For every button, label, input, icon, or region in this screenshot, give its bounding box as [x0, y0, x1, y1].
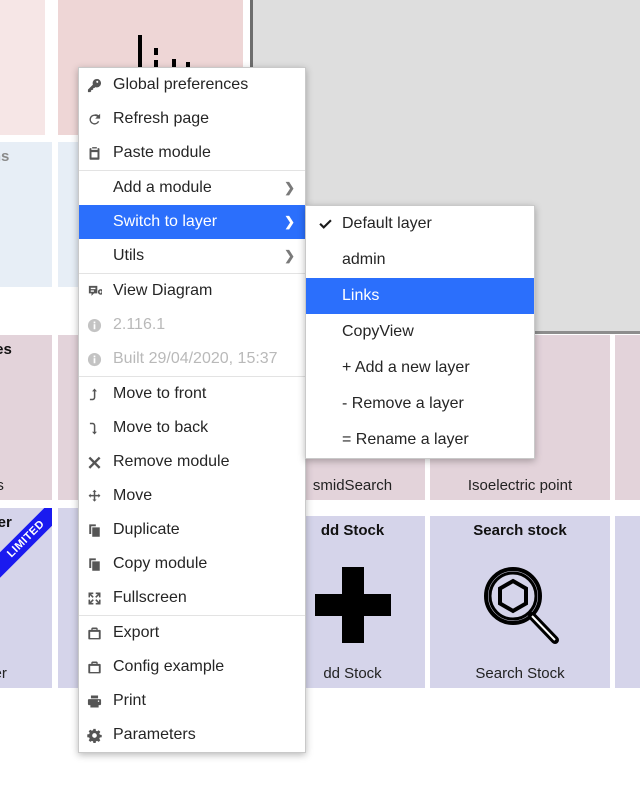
- menu-item-label: Copy module: [113, 555, 208, 572]
- briefcase-icon: [87, 660, 113, 675]
- menu-item-remove-module[interactable]: Remove module: [79, 445, 305, 479]
- chevron-right-icon: ❯: [284, 248, 295, 263]
- tile-caption: Search Stock: [475, 665, 565, 682]
- layer-item-links[interactable]: Links: [306, 278, 534, 314]
- tile-conversions[interactable]: ons: [0, 142, 52, 287]
- arrow-down-curve-icon: [87, 421, 113, 436]
- context-menu[interactable]: Global preferences Refresh page Paste modu…: [78, 67, 306, 753]
- menu-item-label: Print: [113, 692, 146, 709]
- menu-item-label: Utils: [113, 247, 145, 264]
- tile-search-stock[interactable]: Search stock Search Stock: [430, 516, 610, 688]
- menu-item-move-to-front[interactable]: Move to front: [79, 377, 305, 411]
- layer-item-label: admin: [342, 251, 386, 268]
- menu-item-view-diagram[interactable]: View Diagram: [79, 274, 305, 308]
- menu-item-label: Remove module: [113, 453, 230, 470]
- menu-item-print[interactable]: Print: [79, 684, 305, 718]
- menu-item-duplicate[interactable]: Duplicate: [79, 513, 305, 547]
- check-icon: [318, 217, 342, 232]
- refresh-icon: [87, 112, 113, 127]
- tile-title: ons: [0, 148, 10, 165]
- layer-item-add-a-new-layer[interactable]: + Add a new layer: [306, 350, 534, 386]
- menu-item-global-preferences[interactable]: Global preferences: [79, 68, 305, 102]
- menu-item-move[interactable]: Move: [79, 479, 305, 513]
- tile-manager[interactable]: agergerLIMITED: [0, 508, 52, 688]
- tile-p-right[interactable]: P: [615, 335, 640, 500]
- layer-item-remove-a-layer[interactable]: - Remove a layer: [306, 386, 534, 422]
- info-icon: [87, 318, 113, 333]
- menu-item-move-to-back[interactable]: Move to back: [79, 411, 305, 445]
- tile-purple-right[interactable]: [615, 516, 640, 688]
- chevron-right-icon: ❯: [284, 214, 295, 229]
- menu-item-label: View Diagram: [113, 282, 213, 299]
- copy-icon: [87, 523, 113, 538]
- menu-item-label: Add a module: [113, 179, 212, 196]
- x-bold-icon: [87, 455, 113, 470]
- move-cross-icon: [87, 489, 113, 504]
- menu-item-parameters[interactable]: Parameters: [79, 718, 305, 752]
- printer-icon: [87, 694, 113, 709]
- fullscreen-icon: [87, 591, 113, 606]
- menu-item-label: Move to front: [113, 385, 207, 402]
- menu-item-label: Parameters: [113, 726, 196, 743]
- menu-item-copy-module[interactable]: Copy module: [79, 547, 305, 581]
- tile-title: Search stock: [473, 522, 567, 539]
- info-icon: [87, 352, 113, 367]
- menu-item-fullscreen[interactable]: Fullscreen: [79, 581, 305, 615]
- menu-item-label: Move to back: [113, 419, 209, 436]
- menu-item-label: Switch to layer: [113, 213, 218, 230]
- layer-item-admin[interactable]: admin: [306, 242, 534, 278]
- tile-caption: ger: [0, 665, 7, 682]
- menu-item-paste-module[interactable]: Paste module: [79, 136, 305, 170]
- layer-item-rename-a-layer[interactable]: = Rename a layer: [306, 422, 534, 458]
- menu-item-label: Paste module: [113, 144, 211, 161]
- menu-item-export[interactable]: Export: [79, 616, 305, 650]
- menu-item-label: Refresh page: [113, 110, 210, 127]
- gear-icon: [87, 728, 113, 743]
- menu-item-built-29-04-2020-15-37: Built 29/04/2020, 15:37: [79, 342, 305, 376]
- menu-item-label: Move: [113, 487, 153, 504]
- tile-title: P: [615, 341, 640, 358]
- menu-item-add-a-module[interactable]: Add a module ❯: [79, 171, 305, 205]
- layer-item-label: Links: [342, 287, 380, 304]
- tile-structures[interactable]: ures es: [0, 335, 52, 500]
- briefcase-icon: [87, 626, 113, 641]
- layer-item-label: - Remove a layer: [342, 395, 464, 412]
- arrow-up-curve-icon: [87, 387, 113, 402]
- chevron-right-icon: ❯: [284, 180, 295, 195]
- menu-item-label: Fullscreen: [113, 589, 187, 606]
- menu-item-label: 2.116.1: [113, 316, 166, 333]
- tile-pink-left-strip[interactable]: [0, 0, 45, 135]
- menu-item-label: Config example: [113, 658, 225, 675]
- key-icon: [87, 78, 113, 93]
- tile-caption: Isoelectric point: [467, 477, 573, 494]
- diagram-icon: [87, 284, 113, 299]
- menu-item-config-example[interactable]: Config example: [79, 650, 305, 684]
- menu-item-label: Built 29/04/2020, 15:37: [113, 350, 278, 367]
- menu-item-utils[interactable]: Utils ❯: [79, 239, 305, 273]
- menu-item-label: Global preferences: [113, 76, 249, 93]
- tile-title: ures: [0, 341, 12, 358]
- menu-item-refresh-page[interactable]: Refresh page: [79, 102, 305, 136]
- menu-item-switch-to-layer[interactable]: Switch to layer ❯: [79, 205, 305, 239]
- layer-item-copyview[interactable]: CopyView: [306, 314, 534, 350]
- layer-item-default-layer[interactable]: Default layer: [306, 206, 534, 242]
- tile-caption: es: [0, 477, 4, 494]
- layer-item-label: + Add a new layer: [342, 359, 470, 376]
- menu-item-label: Export: [113, 624, 160, 641]
- clipboard-icon: [87, 146, 113, 161]
- switch-to-layer-submenu[interactable]: Default layer admin Links CopyView + Add a n…: [305, 205, 535, 459]
- magnifier-hex-icon: [430, 556, 610, 654]
- menu-item-2-116-1: 2.116.1: [79, 308, 305, 342]
- layer-item-label: CopyView: [342, 323, 414, 340]
- menu-item-label: Duplicate: [113, 521, 180, 538]
- layer-item-label: = Rename a layer: [342, 431, 469, 448]
- layer-item-label: Default layer: [342, 215, 432, 232]
- copy-icon: [87, 557, 113, 572]
